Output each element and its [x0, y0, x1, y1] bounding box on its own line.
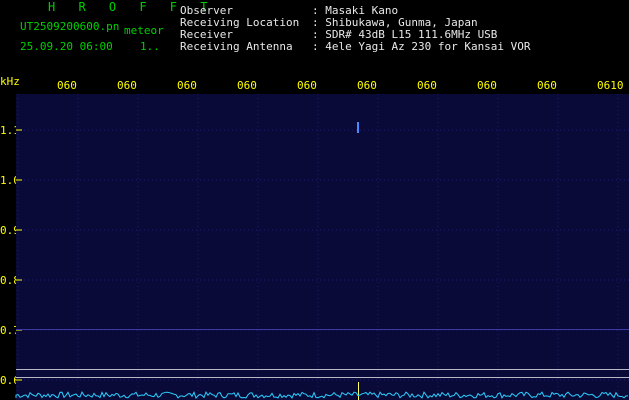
- filename: UT2509200600.pn: [20, 20, 120, 33]
- meteor-echo: [357, 122, 359, 133]
- frame-counter: 1..: [140, 40, 160, 53]
- field-antenna-value: : 4ele Yagi Az 230 for Kansai VOR: [312, 40, 531, 53]
- carrier-line: [16, 329, 629, 330]
- reference-line: [16, 377, 629, 378]
- signal-marker: [358, 382, 359, 400]
- mode-label: meteor: [124, 24, 164, 37]
- reference-line: [16, 369, 629, 370]
- timestamp: 25.09.20 06:00: [20, 40, 113, 53]
- plot-background: [16, 94, 629, 400]
- spectrogram-plot: [15, 94, 629, 400]
- field-antenna-label: Receiving Antenna: [180, 40, 293, 53]
